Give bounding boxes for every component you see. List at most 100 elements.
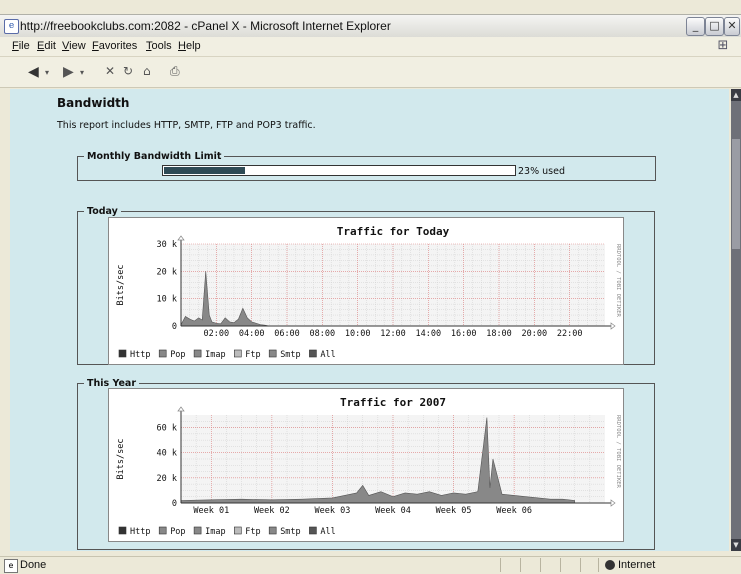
y-tick-label: 0 (172, 499, 177, 509)
y-axis-arrow-icon (177, 235, 185, 241)
y-tick-label: 0 (172, 322, 177, 332)
legend-label: Smtp (280, 527, 300, 537)
legend-label: Ftp (245, 350, 260, 360)
ie-page-icon: e (4, 19, 19, 34)
x-tick-label: 04:00 (239, 329, 265, 339)
legend-swatch (193, 526, 202, 535)
bandwidth-usage-text: 23% used (518, 166, 565, 177)
refresh-icon[interactable]: ↻ (123, 64, 133, 78)
y-tick-label: 10 k (157, 295, 177, 305)
windows-logo-icon: ⊞ (709, 38, 737, 56)
close-button[interactable]: ✕ (724, 17, 740, 36)
legend-label: Imap (205, 350, 225, 360)
y-axis-arrow-icon (177, 406, 185, 412)
page-body: Bandwidth This report includes HTTP, SMT… (10, 89, 729, 551)
y-tick-label: 40 k (157, 449, 177, 459)
y-axis-label: Bits/sec (116, 439, 126, 480)
page-description: This report includes HTTP, SMTP, FTP and… (57, 120, 316, 131)
legend-swatch (309, 349, 317, 358)
rrdtool-credit-label: RRDTOOL / TOBI OETIKER (615, 244, 621, 318)
status-divider (540, 558, 541, 572)
legend-label: All (320, 350, 335, 360)
x-tick-label: 18:00 (486, 329, 512, 339)
x-tick-label: Week 05 (436, 506, 472, 516)
x-tick-label: 08:00 (310, 329, 336, 339)
x-axis-arrow-icon (610, 322, 616, 330)
x-tick-label: 12:00 (380, 329, 406, 339)
chart-title: Traffic for 2007 (340, 396, 446, 409)
legend-label: Http (130, 350, 150, 360)
y-axis-label: Bits/sec (116, 265, 126, 306)
legend-label: Pop (170, 527, 185, 537)
x-tick-label: Week 06 (496, 506, 532, 516)
legend-label: Ftp (245, 527, 260, 537)
menu-file[interactable]: File (12, 40, 30, 52)
scroll-thumb[interactable] (732, 139, 740, 249)
stop-icon[interactable]: ✕ (105, 64, 115, 78)
x-tick-label: 10:00 (345, 329, 371, 339)
status-divider (598, 558, 599, 572)
x-tick-label: Week 01 (193, 506, 229, 516)
bandwidth-usage-bar (162, 165, 516, 176)
x-tick-label: 20:00 (522, 329, 548, 339)
x-tick-label: 02:00 (204, 329, 230, 339)
today-legend: Today (87, 206, 118, 217)
page-viewport[interactable]: Bandwidth This report includes HTTP, SMT… (10, 89, 729, 551)
status-divider (520, 558, 521, 572)
print-icon[interactable]: ⎙ (170, 64, 180, 79)
today-traffic-chart: Traffic for Today Bits/sec RRDTOOL / TOBI … (108, 217, 624, 365)
status-text: Done (20, 559, 47, 571)
forward-dropdown-icon[interactable]: ▾ (80, 68, 84, 77)
legend-label: Http (130, 527, 150, 537)
home-icon[interactable]: ⌂ (143, 64, 151, 78)
menu-edit[interactable]: Edit (37, 40, 56, 52)
minimize-button[interactable]: _ (686, 17, 705, 36)
x-axis-arrow-icon (610, 499, 616, 507)
status-divider (580, 558, 581, 572)
x-tick-label: 06:00 (274, 329, 300, 339)
status-divider (560, 558, 561, 572)
scroll-down-icon[interactable]: ▼ (731, 539, 741, 551)
legend-swatch (118, 349, 127, 358)
back-dropdown-icon[interactable]: ▾ (45, 68, 49, 77)
vertical-scrollbar[interactable]: ▲ ▼ (731, 89, 741, 551)
bandwidth-usage-fill (164, 167, 245, 174)
maximize-button[interactable]: □ (705, 17, 724, 36)
bandwidth-limit-legend: Monthly Bandwidth Limit (87, 151, 222, 162)
rrdtool-credit-label: RRDTOOL / TOBI OETIKER (615, 415, 621, 489)
page-title: Bandwidth (57, 96, 130, 110)
x-tick-label: 16:00 (451, 329, 477, 339)
menu-bar: File Edit View Favorites Tools Help (0, 37, 741, 57)
legend-swatch (193, 349, 202, 358)
x-tick-label: Week 02 (254, 506, 290, 516)
legend-swatch (268, 526, 277, 535)
legend-swatch (158, 526, 167, 535)
x-tick-label: Week 04 (375, 506, 411, 516)
back-icon[interactable]: ◀ (28, 64, 39, 80)
legend-label: Smtp (280, 350, 300, 360)
year-traffic-chart: Traffic for 2007 Bits/sec RRDTOOL / TOBI O… (108, 388, 624, 542)
security-zone-text: Internet (618, 559, 656, 571)
menu-tools[interactable]: Tools (146, 40, 172, 52)
forward-icon[interactable]: ▶ (63, 64, 74, 80)
legend-swatch (158, 349, 167, 358)
title-bar[interactable]: e http://freebookclubs.com:2082 - cPanel… (0, 14, 741, 38)
x-tick-label: 22:00 (557, 329, 583, 339)
legend-swatch (309, 526, 317, 535)
y-tick-label: 20 k (157, 267, 177, 277)
legend-swatch (234, 526, 242, 535)
legend-swatch (234, 349, 242, 358)
menu-view[interactable]: View (62, 40, 86, 52)
menu-help[interactable]: Help (178, 40, 201, 52)
legend-swatch (118, 526, 127, 535)
y-tick-label: 30 k (157, 240, 177, 250)
scroll-up-icon[interactable]: ▲ (731, 89, 741, 101)
toolbar: ◀ ▾ ▶ ▾ ✕ ↻ ⌂ ⎙ (0, 57, 741, 88)
window-title: http://freebookclubs.com:2082 - cPanel X… (20, 19, 391, 33)
legend-label: All (320, 527, 335, 537)
chart-svg: Traffic for Today Bits/sec RRDTOOL / TOBI … (116, 225, 621, 360)
status-bar: e Done Internet (0, 556, 741, 574)
menu-favorites[interactable]: Favorites (92, 40, 137, 52)
x-tick-label: 14:00 (416, 329, 442, 339)
legend-swatch (268, 349, 277, 358)
